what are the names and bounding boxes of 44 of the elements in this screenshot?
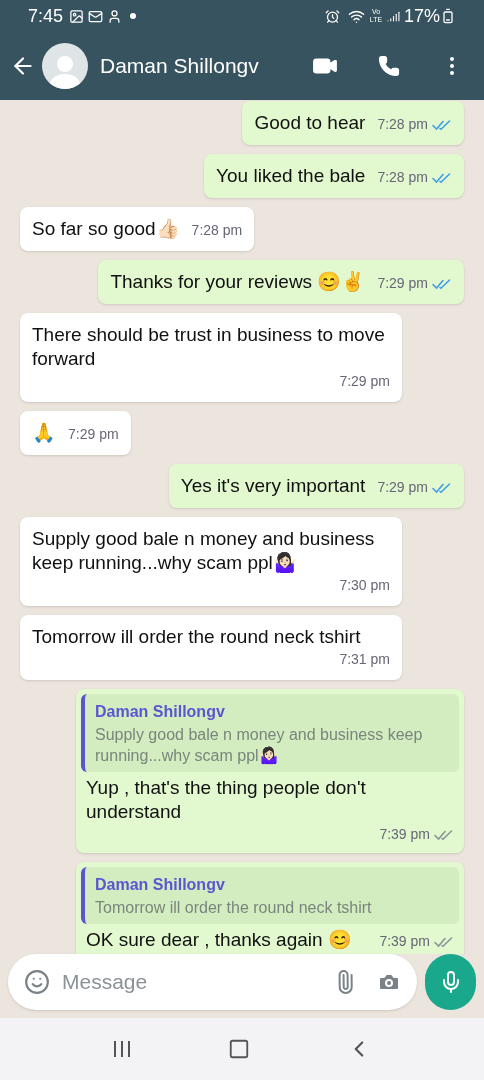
avatar[interactable]: [42, 43, 88, 89]
image-icon: [69, 8, 85, 24]
home-icon[interactable]: [228, 1038, 250, 1060]
contact-name[interactable]: Daman Shillongv: [100, 50, 259, 82]
quoted-message[interactable]: Daman Shillongv Supply good bale n money and business keep running...why scam ppl🤷🏻‍♀: [81, 694, 459, 772]
microphone-button[interactable]: [425, 954, 476, 1010]
message-time: 7:31 pm: [339, 650, 390, 669]
message-text: There should be trust in business to move forward: [32, 323, 386, 371]
message-text: Thanks for your reviews 😊✌: [110, 270, 366, 294]
message-text: Supply good bale n money and business keep running...why scam ppl🤷🏻‍♀: [32, 527, 376, 575]
quote-author: Daman Shillongv: [95, 875, 226, 895]
message-text: Yup , that's the thing people don't understand: [86, 776, 367, 824]
message-time: 7:29 pm: [377, 478, 428, 497]
clock: 7:45: [28, 4, 64, 28]
quote-author: Daman Shillongv: [95, 702, 226, 722]
quoted-message[interactable]: Daman Shillongv Tomorrow ill order the round neck tshirt: [81, 867, 459, 924]
emoji-icon[interactable]: [24, 969, 50, 995]
message-input[interactable]: Message: [62, 966, 333, 998]
message-text: Yes it's very important: [180, 474, 366, 498]
battery-level: 17%: [403, 4, 440, 28]
mail-icon: [88, 8, 104, 24]
message-text: Tomorrow ill order the round neck tshirt: [32, 625, 361, 649]
alarm-icon: [324, 8, 340, 24]
message-text: OK sure dear , thanks again 😊: [86, 928, 352, 952]
person-icon: [107, 8, 123, 24]
message-text: Good to hear: [254, 111, 366, 135]
message-time: 7:30 pm: [339, 576, 390, 595]
message-time: 7:39 pm: [379, 932, 430, 951]
message-text: So far so good👍🏻: [32, 217, 180, 241]
message-time: 7:39 pm: [379, 825, 430, 844]
battery-icon: [440, 8, 456, 24]
signal-icon: [386, 9, 400, 23]
quote-text: Tomorrow ill order the round neck tshirt: [95, 898, 373, 918]
message-time: 7:29 pm: [377, 274, 428, 293]
message-field[interactable]: Message: [8, 954, 417, 1010]
message-time: 7:28 pm: [377, 115, 428, 134]
message-text: 🙏: [32, 421, 56, 445]
message-text: You liked the bale: [216, 164, 366, 188]
message-time: 7:29 pm: [68, 425, 119, 444]
recent-apps-icon[interactable]: [112, 1040, 132, 1058]
quote-text: Supply good bale n money and business keep running...why scam ppl🤷🏻‍♀: [95, 725, 424, 766]
message-time: 7:29 pm: [339, 372, 390, 391]
message-time: 7:28 pm: [191, 221, 243, 240]
message-time: 7:28 pm: [377, 168, 428, 187]
